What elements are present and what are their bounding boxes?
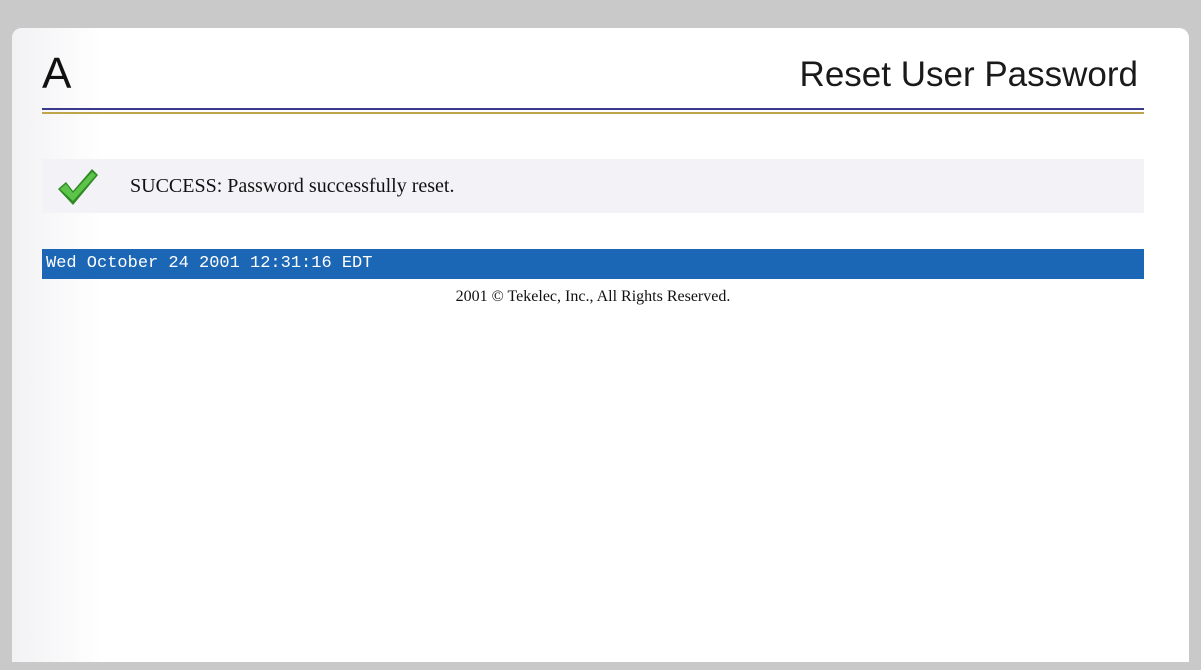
header-divider-blue [42, 108, 1144, 110]
left-shade [12, 28, 104, 662]
checkmark-icon [58, 169, 98, 205]
page-frame: A Reset User Password SUCCESS: Password … [12, 28, 1189, 662]
datetime-bar: Wed October 24 2001 12:31:16 EDT [42, 249, 1144, 279]
page-title: Reset User Password [799, 55, 1138, 94]
datetime-text: Wed October 24 2001 12:31:16 EDT [46, 254, 373, 273]
success-message-box: SUCCESS: Password successfully reset. [42, 159, 1144, 213]
header-divider-gold [42, 112, 1144, 114]
copyright-text: 2001 © Tekelec, Inc., All Rights Reserve… [455, 288, 731, 305]
header-letter: A [42, 49, 72, 98]
success-message: SUCCESS: Password successfully reset. [130, 175, 455, 197]
